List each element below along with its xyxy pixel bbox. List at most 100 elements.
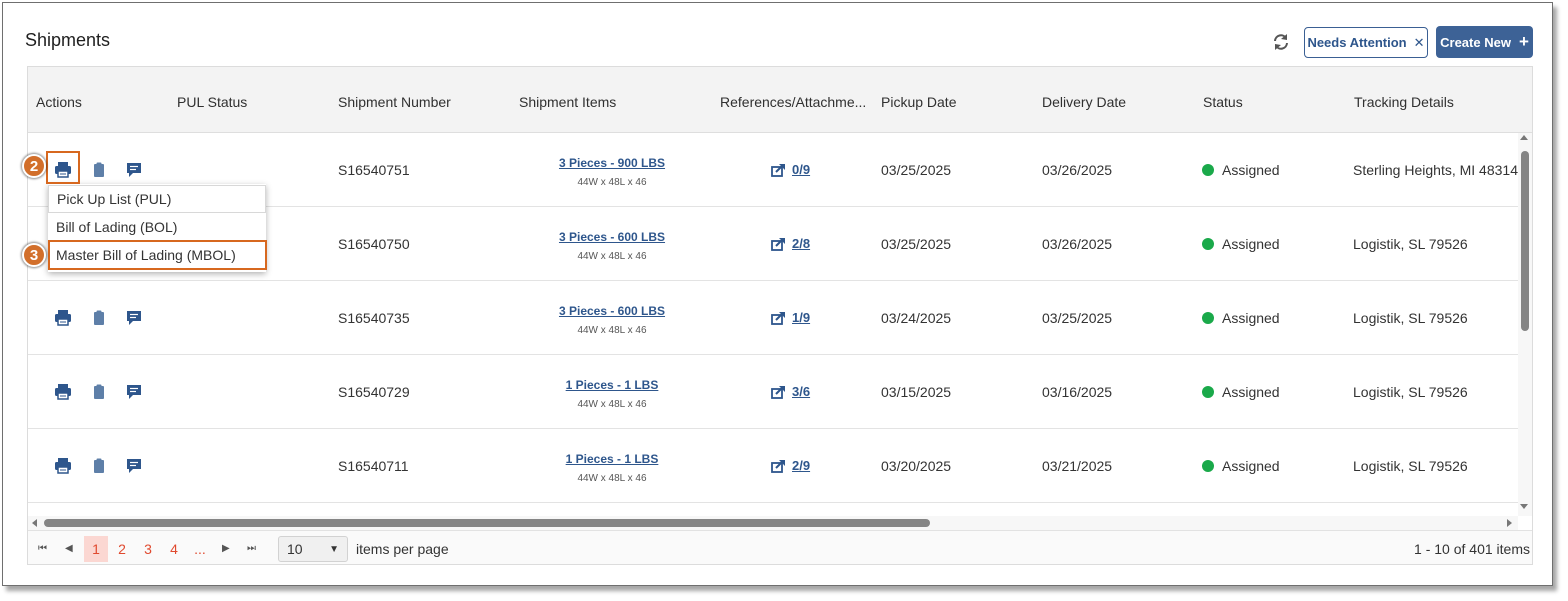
scroll-up-icon[interactable] — [1520, 135, 1528, 140]
delivery-date: 03/25/2025 — [1042, 310, 1113, 326]
pager-info: 1 - 10 of 401 items — [1414, 541, 1530, 557]
references-link[interactable]: 1/9 — [771, 310, 810, 325]
app-window: Shipments Needs Attention ✕ Create New +… — [2, 2, 1553, 586]
delivery-date: 03/16/2025 — [1042, 384, 1113, 400]
horizontal-scroll-thumb[interactable] — [44, 519, 930, 527]
tracking-details: Logistik, SL 79526 — [1353, 384, 1468, 400]
column-header-delivery-date[interactable]: Delivery Date — [1042, 94, 1126, 110]
page-1[interactable]: 1 — [84, 536, 108, 562]
shipment-number: S16540711 — [338, 458, 409, 474]
page-4[interactable]: 4 — [162, 536, 186, 562]
needs-attention-filter[interactable]: Needs Attention ✕ — [1304, 27, 1428, 58]
status-dot-icon — [1202, 460, 1214, 472]
tracking-details: Logistik, SL 79526 — [1353, 236, 1468, 252]
page-size-label: items per page — [356, 541, 449, 557]
scroll-down-icon[interactable] — [1520, 504, 1528, 509]
status-text: Assigned — [1222, 236, 1280, 252]
print-icon[interactable] — [54, 383, 72, 401]
column-header-status[interactable]: Status — [1203, 94, 1243, 110]
grid-header: Actions PUL Status Shipment Number Shipm… — [28, 67, 1518, 133]
references-count: 0/9 — [792, 162, 811, 177]
status-text: Assigned — [1222, 458, 1280, 474]
status-text: Assigned — [1222, 384, 1280, 400]
shipment-dimensions: 44W x 48L x 46 — [577, 473, 647, 484]
shipment-dimensions: 44W x 48L x 46 — [577, 399, 647, 410]
print-icon[interactable] — [54, 457, 72, 475]
scroll-right-icon[interactable] — [1507, 519, 1512, 527]
menu-item-bol[interactable]: Bill of Lading (BOL) — [48, 213, 266, 241]
pickup-date: 03/20/2025 — [881, 458, 952, 474]
clipboard-icon[interactable] — [90, 383, 108, 401]
clipboard-icon[interactable] — [90, 161, 108, 179]
column-header-pickup-date[interactable]: Pickup Date — [881, 94, 956, 110]
references-link[interactable]: 2/9 — [771, 458, 810, 473]
page-3[interactable]: 3 — [136, 536, 160, 562]
tracking-details: Logistik, SL 79526 — [1353, 458, 1468, 474]
shipment-number: S16540750 — [338, 236, 410, 252]
shipment-items-link[interactable]: 1 Pieces - 1 LBS — [512, 378, 712, 392]
next-page-icon[interactable]: ▶ — [222, 543, 230, 554]
pickup-date: 03/24/2025 — [881, 310, 952, 326]
menu-item-pul[interactable]: Pick Up List (PUL) — [48, 185, 266, 213]
create-new-label: Create New — [1440, 34, 1511, 50]
tracking-details: Sterling Heights, MI 48314 — [1353, 162, 1518, 178]
delivery-date: 03/21/2025 — [1042, 458, 1113, 474]
comment-icon[interactable] — [125, 383, 143, 401]
status-dot-icon — [1202, 164, 1214, 176]
first-page-icon[interactable]: ⏮ — [38, 543, 47, 554]
callout-step-2: 2 — [22, 154, 46, 178]
pickup-date: 03/25/2025 — [881, 236, 952, 252]
page-size-select[interactable]: 10 ▼ — [278, 536, 348, 562]
shipment-number: S16540735 — [338, 310, 410, 326]
column-header-shipment-number[interactable]: Shipment Number — [338, 94, 451, 110]
refresh-icon[interactable] — [1271, 32, 1291, 52]
shipment-dimensions: 44W x 48L x 46 — [577, 177, 647, 188]
mbol-highlight-box — [48, 240, 267, 270]
scroll-left-icon[interactable] — [32, 519, 37, 527]
column-header-shipment-items[interactable]: Shipment Items — [519, 94, 616, 110]
shipment-number: S16540751 — [338, 162, 410, 178]
clipboard-icon[interactable] — [90, 309, 108, 327]
comment-icon[interactable] — [125, 161, 143, 179]
column-header-pul-status[interactable]: PUL Status — [177, 94, 247, 110]
references-link[interactable]: 2/8 — [771, 236, 810, 251]
shipment-items-link[interactable]: 3 Pieces - 600 LBS — [512, 304, 712, 318]
comment-icon[interactable] — [125, 309, 143, 327]
close-icon[interactable]: ✕ — [1414, 35, 1425, 51]
references-count: 1/9 — [792, 310, 811, 325]
column-header-tracking-details[interactable]: Tracking Details — [1354, 94, 1454, 110]
vertical-scroll-thumb[interactable] — [1521, 151, 1529, 331]
delivery-date: 03/26/2025 — [1042, 236, 1113, 252]
clipboard-icon[interactable] — [90, 457, 108, 475]
print-highlight-box — [46, 151, 80, 184]
delivery-date: 03/26/2025 — [1042, 162, 1113, 178]
tracking-details: Logistik, SL 79526 — [1353, 310, 1468, 326]
chevron-down-icon: ▼ — [329, 543, 339, 555]
print-icon[interactable] — [54, 309, 72, 327]
table-row: S16540735 3 Pieces - 600 LBS 44W x 48L x… — [28, 281, 1518, 355]
page-title: Shipments — [25, 30, 111, 50]
shipment-items-link[interactable]: 3 Pieces - 600 LBS — [512, 230, 712, 244]
header-scroll-gap — [1518, 67, 1532, 133]
pagination: ⏮ ◀ 1 2 3 4 ... ▶ ⏭ 10 ▼ items per page … — [28, 530, 1532, 564]
share-icon — [771, 459, 785, 473]
shipment-items-link[interactable]: 1 Pieces - 1 LBS — [512, 452, 712, 466]
status-text: Assigned — [1222, 162, 1280, 178]
column-header-actions[interactable]: Actions — [36, 94, 82, 110]
references-link[interactable]: 0/9 — [771, 162, 810, 177]
status-dot-icon — [1202, 312, 1214, 324]
share-icon — [771, 163, 785, 177]
shipment-dimensions: 44W x 48L x 46 — [577, 325, 647, 336]
prev-page-icon[interactable]: ◀ — [65, 543, 73, 554]
page-more[interactable]: ... — [188, 536, 212, 562]
last-page-icon[interactable]: ⏭ — [247, 543, 256, 554]
comment-icon[interactable] — [125, 457, 143, 475]
page-size-value: 10 — [287, 541, 303, 557]
shipment-items-link[interactable]: 3 Pieces - 900 LBS — [512, 156, 712, 170]
references-link[interactable]: 3/6 — [771, 384, 810, 399]
shipment-dimensions: 44W x 48L x 46 — [577, 251, 647, 262]
column-header-references[interactable]: References/Attachme... — [720, 94, 866, 110]
page-2[interactable]: 2 — [110, 536, 134, 562]
create-new-button[interactable]: Create New + — [1436, 26, 1533, 58]
shipment-number: S16540729 — [338, 384, 410, 400]
